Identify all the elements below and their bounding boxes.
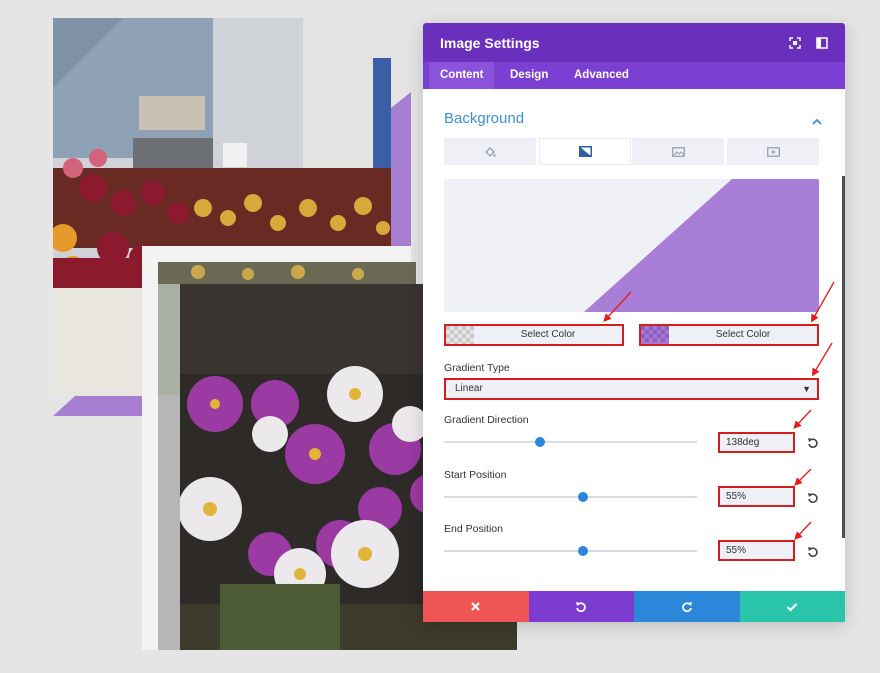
bg-tab-image[interactable] xyxy=(632,138,724,165)
end-position-slider[interactable] xyxy=(444,546,697,556)
slider-handle[interactable] xyxy=(535,437,546,447)
gradient-start-color-picker[interactable]: Select Color xyxy=(444,324,624,346)
sidebar-toggle-icon[interactable] xyxy=(816,36,828,49)
gradient-direction-input[interactable] xyxy=(718,432,795,453)
end-position-label: End Position xyxy=(444,523,503,535)
bg-tab-gradient[interactable] xyxy=(539,138,631,165)
image-icon xyxy=(671,146,685,157)
undo-button[interactable] xyxy=(528,591,634,622)
panel-header: Image Settings xyxy=(423,23,845,62)
panel-tabs: Content Design Advanced xyxy=(423,62,845,89)
transparent-swatch xyxy=(446,326,474,344)
gradient-end-color-picker[interactable]: Select Color xyxy=(639,324,819,346)
start-position-input[interactable] xyxy=(718,486,795,507)
save-button[interactable] xyxy=(739,591,845,622)
start-position-label: Start Position xyxy=(444,469,507,481)
panel-body: Background Select Color Select Color Gra… xyxy=(423,89,845,591)
gradient-preview xyxy=(444,179,819,312)
slider-handle[interactable] xyxy=(578,546,589,556)
gradient-direction-label: Gradient Direction xyxy=(444,414,529,426)
start-position-slider[interactable] xyxy=(444,492,697,502)
undo-icon xyxy=(576,601,587,612)
chevron-up-icon[interactable] xyxy=(811,114,823,125)
reset-icon[interactable] xyxy=(807,545,819,557)
panel-footer xyxy=(423,591,845,622)
chevron-down-icon: ▼ xyxy=(802,384,811,394)
background-type-tabs xyxy=(444,138,819,165)
redo-button[interactable] xyxy=(634,591,740,622)
bg-tab-color[interactable] xyxy=(444,138,536,165)
close-icon xyxy=(471,602,481,611)
select-color-label: Select Color xyxy=(715,329,771,340)
end-position-input[interactable] xyxy=(718,540,795,561)
gradient-icon xyxy=(578,146,592,157)
purple-swatch xyxy=(641,326,669,344)
video-icon xyxy=(766,146,780,157)
gradient-type-select[interactable]: Linear ▼ xyxy=(444,378,819,400)
fullscreen-icon[interactable] xyxy=(789,36,801,49)
gradient-type-value: Linear xyxy=(455,383,483,394)
section-title[interactable]: Background xyxy=(444,110,524,127)
gradient-direction-slider[interactable] xyxy=(444,437,697,447)
scrollbar[interactable] xyxy=(842,176,845,538)
paint-bucket-icon xyxy=(485,146,496,157)
select-color-label: Select Color xyxy=(520,329,576,340)
slider-handle[interactable] xyxy=(578,492,589,502)
reset-icon[interactable] xyxy=(807,436,819,448)
reset-icon[interactable] xyxy=(807,491,819,503)
image-settings-panel: Image Settings Content Design Advanced B… xyxy=(423,23,845,622)
check-icon xyxy=(786,602,798,612)
redo-icon xyxy=(681,601,692,612)
tab-advanced[interactable]: Advanced xyxy=(563,62,640,89)
cancel-button[interactable] xyxy=(423,591,529,622)
tab-content[interactable]: Content xyxy=(429,62,495,89)
tab-design[interactable]: Design xyxy=(499,62,559,89)
bg-tab-video[interactable] xyxy=(727,138,819,165)
panel-title: Image Settings xyxy=(440,35,540,51)
gradient-type-label: Gradient Type xyxy=(444,362,510,374)
